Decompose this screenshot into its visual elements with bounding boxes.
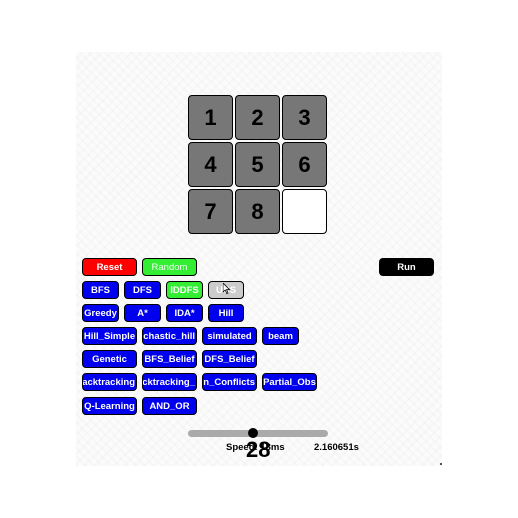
algo-and-or-button[interactable]: AND_OR (142, 397, 197, 415)
algo-stochastic-hill-button[interactable]: Stochastic_hill (142, 327, 197, 345)
algo-stochastic-hill-label: Stochastic_hill (143, 330, 195, 342)
algo-bfs-button[interactable]: BFS (82, 281, 119, 299)
tile-7[interactable]: 7 (188, 189, 233, 234)
run-button[interactable]: Run (379, 258, 434, 276)
algo-hill-button[interactable]: Hill (208, 304, 244, 322)
algo-backtracking-fc-button[interactable]: Backtracking_ (142, 373, 197, 391)
mouse-pointer-icon (223, 283, 231, 294)
algo-simulated-button[interactable]: simulated (202, 327, 257, 345)
tile-blank[interactable] (282, 189, 327, 234)
algo-partial-obs-button[interactable]: Partial_Obs (262, 373, 317, 391)
algo-backtracking-fc-label: Backtracking_ (142, 376, 195, 388)
tile-1[interactable]: 1 (188, 95, 233, 140)
algo-hill-simple-button[interactable]: Hill_Simple (82, 327, 137, 345)
tile-8[interactable]: 8 (235, 189, 280, 234)
random-button[interactable]: Random (142, 258, 197, 276)
reset-button[interactable]: Reset (82, 258, 137, 276)
algo-beam-button[interactable]: beam (262, 327, 299, 345)
tile-3[interactable]: 3 (282, 95, 327, 140)
algo-genetic-button[interactable]: Genetic (82, 350, 137, 368)
decorative-dot (440, 463, 442, 465)
algo-bfs-belief-button[interactable]: BFS_Belief (142, 350, 197, 368)
algo-dfs-button[interactable]: DFS (124, 281, 161, 299)
tile-5[interactable]: 5 (235, 142, 280, 187)
algo-q-learning-button[interactable]: Q-Learning (82, 397, 137, 415)
algo-idastar-button[interactable]: IDA* (166, 304, 203, 322)
algo-greedy-button[interactable]: Greedy (82, 304, 119, 322)
tile-2[interactable]: 2 (235, 95, 280, 140)
algo-astar-button[interactable]: A* (124, 304, 161, 322)
tile-6[interactable]: 6 (282, 142, 327, 187)
tile-4[interactable]: 4 (188, 142, 233, 187)
algo-dfs-belief-button[interactable]: DFS_Belief (202, 350, 257, 368)
algo-min-conflicts-label: Min_Conflicts (203, 376, 255, 388)
puzzle-board: 1 2 3 4 5 6 7 8 (188, 95, 329, 236)
algo-min-conflicts-button[interactable]: Min_Conflicts (202, 373, 257, 391)
algo-iddfs-button[interactable]: IDDFS (166, 281, 203, 299)
algo-backtracking-button[interactable]: Backtracking (82, 373, 137, 391)
elapsed-time: 2.160651s (314, 442, 359, 453)
step-count: 28 (246, 437, 271, 462)
speed-slider-track[interactable] (188, 430, 328, 437)
algo-backtracking-label: Backtracking (82, 376, 135, 388)
